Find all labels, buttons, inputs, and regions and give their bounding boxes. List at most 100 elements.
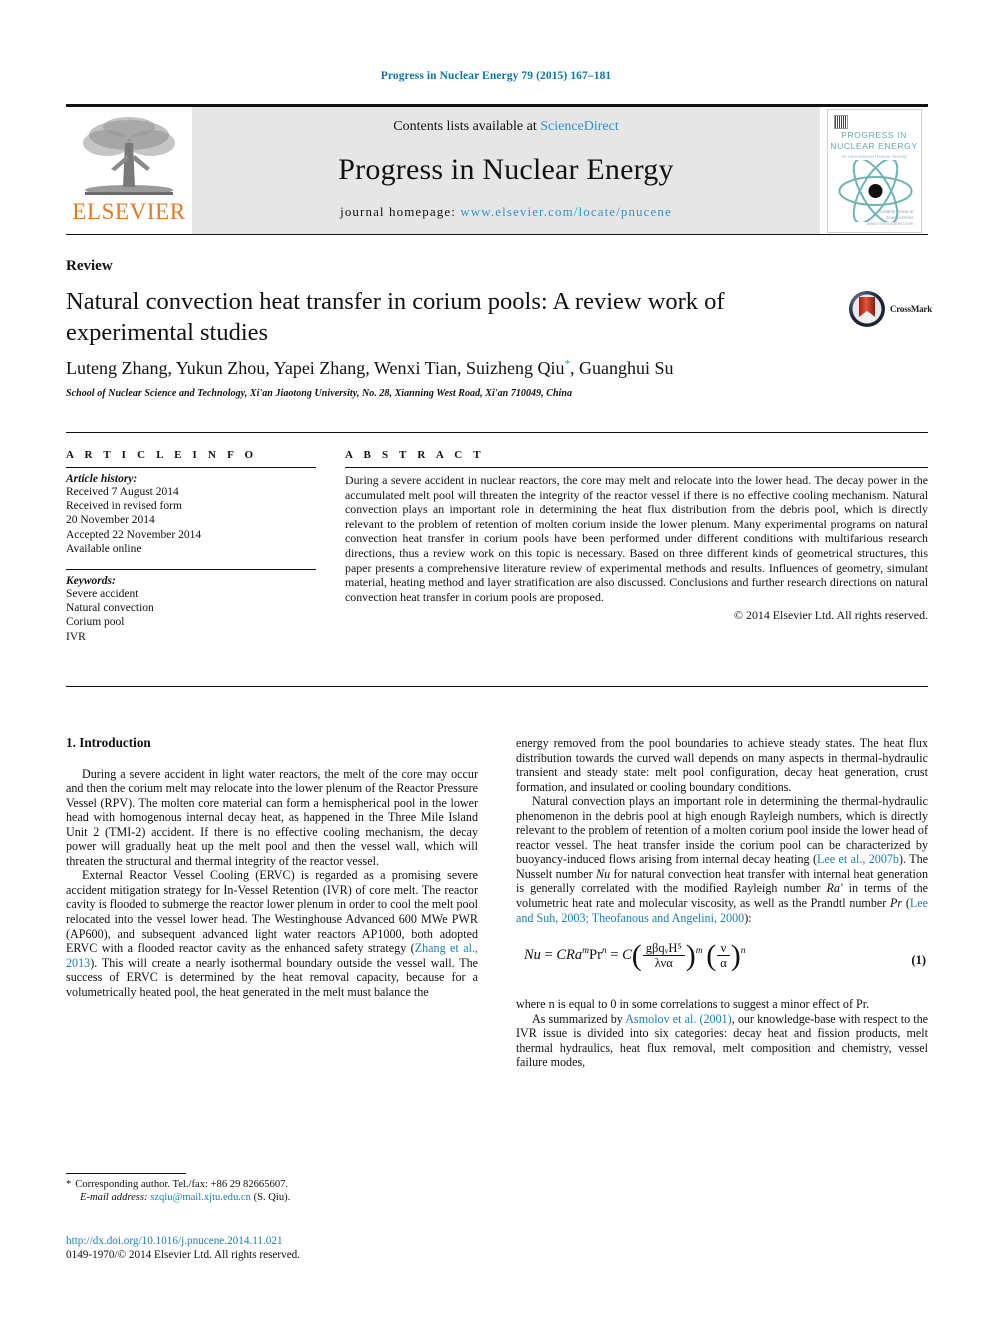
- abstract-heading: A B S T R A C T: [345, 449, 485, 461]
- keyword-item: Corium pool: [66, 616, 125, 629]
- article-info-column: A R T I C L E I N F O Article history: R…: [66, 449, 316, 644]
- eq-denominator-2: α: [720, 956, 727, 971]
- eq-equals-2: =: [610, 946, 619, 963]
- body-column-right: energy removed from the pool boundaries …: [516, 736, 928, 1070]
- eq-exponent-n2: n: [740, 946, 746, 957]
- footnote-marker: *: [66, 1179, 72, 1190]
- eq-paren-open-1: (: [631, 938, 642, 972]
- eq-coefficient-2: C: [622, 946, 632, 963]
- keywords-rule: [66, 569, 316, 571]
- masthead-center: Contents lists available at ScienceDirec…: [192, 107, 820, 234]
- article-type: Review: [66, 258, 113, 274]
- symbol-nu: Nu: [596, 866, 611, 881]
- journal-homepage-label: journal homepage:: [340, 204, 461, 219]
- journal-homepage-line: journal homepage: www.elsevier.com/locat…: [340, 204, 672, 220]
- eq-rayleigh: Ra: [566, 946, 583, 963]
- info-divider-bottom: [66, 686, 928, 687]
- history-item: Received 7 August 2014: [66, 486, 179, 498]
- cover-foot-line3: www.sciencedirect.com: [866, 221, 914, 226]
- keyword-item: Severe accident: [66, 588, 139, 601]
- equation-number: (1): [911, 953, 926, 968]
- symbol-pr: Pr: [890, 896, 903, 911]
- eq-coefficient-1: C: [556, 946, 567, 963]
- eq-numerator-2: ν: [717, 941, 730, 957]
- cover-image: PROGRESS IN NUCLEAR ENERGY An Internatio…: [826, 109, 922, 233]
- abstract-text: During a severe accident in nuclear reac…: [345, 473, 928, 604]
- issn-copyright: 0149-1970/© 2014 Elsevier Ltd. All right…: [66, 1249, 301, 1261]
- article-history-label: Article history:: [66, 473, 138, 485]
- email-note: E-mail address: szqiu@mail.xjtu.edu.cn (…: [66, 1191, 478, 1204]
- corresponding-author-text: Corresponding author. Tel./fax: +86 29 8…: [75, 1179, 289, 1190]
- paragraph: External Reactor Vessel Cooling (ERVC) i…: [66, 868, 478, 999]
- info-divider-top: [66, 432, 928, 433]
- paragraph-part: As summarized by: [532, 1011, 626, 1026]
- contents-lists-label: Contents lists available at: [393, 119, 541, 134]
- eq-paren-close-2: ): [730, 938, 741, 972]
- journal-cover-thumbnail: PROGRESS IN NUCLEAR ENERGY An Internatio…: [820, 107, 928, 234]
- contents-lists-line: Contents lists available at ScienceDirec…: [393, 119, 619, 135]
- journal-masthead: ELSEVIER Contents lists available at Sci…: [66, 104, 928, 234]
- cover-title-line1: PROGRESS IN: [841, 130, 907, 140]
- sciencedirect-link[interactable]: ScienceDirect: [540, 119, 619, 134]
- paragraph: Natural convection plays an important ro…: [516, 794, 928, 925]
- journal-homepage-url[interactable]: www.elsevier.com/locate/pnucene: [460, 204, 672, 219]
- history-item: Available online: [66, 542, 142, 555]
- footnote-block: * Corresponding author. Tel./fax: +86 29 …: [66, 1178, 478, 1205]
- history-item: Accepted 22 November 2014: [66, 528, 202, 541]
- author-list: Luteng Zhang, Yukun Zhou, Yapei Zhang, W…: [66, 358, 866, 379]
- equation-1: Nu = CRamPrn = C(gβqᵥH⁵ λνα)m (ν α)n: [524, 938, 746, 972]
- citation-link[interactable]: Asmolov et al. (2001): [625, 1012, 731, 1026]
- cover-subtitle: An International Review Journal: [841, 154, 907, 159]
- eq-equals-1: =: [544, 946, 553, 963]
- masthead-divider: [66, 234, 928, 235]
- eq-exponent-n: n: [601, 946, 607, 957]
- corresponding-author-note: * Corresponding author. Tel./fax: +86 29 …: [66, 1178, 478, 1191]
- abstract-column: A B S T R A C T During a severe accident…: [345, 449, 928, 623]
- keywords-label: Keywords:: [66, 575, 116, 588]
- authors-tail: , Guanghui Su: [570, 358, 674, 378]
- cover-title: PROGRESS IN NUCLEAR ENERGY: [828, 130, 921, 152]
- crossmark-icon: [849, 291, 885, 327]
- running-head: Progress in Nuclear Energy 79 (2015) 167…: [380, 70, 612, 82]
- elsevier-wordmark: ELSEVIER: [72, 199, 186, 224]
- journal-title: Progress in Nuclear Energy: [338, 152, 674, 186]
- citation-link[interactable]: Lee et al., 2007b: [817, 852, 899, 866]
- footnote-divider: [66, 1173, 186, 1174]
- eq-lhs: Nu: [524, 946, 541, 963]
- equation-block: Nu = CRamPrn = C(gβqᵥH⁵ λνα)m (ν α)n (1): [516, 939, 928, 985]
- paragraph: where n is equal to 0 in some correlatio…: [516, 997, 870, 1012]
- eq-fraction-2: να: [717, 941, 730, 970]
- keyword-item: Natural convection: [66, 602, 154, 615]
- page-title: Natural convection heat transfer in cori…: [66, 288, 725, 346]
- paragraph-part: ). This will create a nearly isothermal …: [66, 955, 478, 999]
- paragraph-part: ):: [744, 910, 752, 925]
- symbol-ra: Ra': [826, 881, 843, 896]
- paragraph: As summarized by Asmolov et al. (2001), …: [516, 1012, 928, 1070]
- crossmark-label: CrossMark: [890, 304, 933, 314]
- eq-denominator-1: λνα: [654, 956, 673, 971]
- keyword-item: IVR: [66, 630, 86, 643]
- section-heading-introduction: 1. Introduction: [66, 735, 151, 750]
- body-column-left: 1. Introduction During a severe accident…: [66, 735, 478, 999]
- abstract-copyright: © 2014 Elsevier Ltd. All rights reserved…: [734, 608, 928, 623]
- history-item: 20 November 2014: [66, 514, 155, 527]
- article-info-heading: A R T I C L E I N F O: [66, 449, 258, 461]
- eq-paren-close-1: ): [685, 938, 696, 972]
- article-info-rule: [66, 467, 316, 468]
- eq-fraction-1: gβqᵥH⁵ λνα: [642, 941, 685, 971]
- doi-link[interactable]: http://dx.doi.org/10.1016/j.pnucene.2014…: [66, 1234, 486, 1248]
- imprint-block: http://dx.doi.org/10.1016/j.pnucene.2014…: [66, 1234, 486, 1262]
- paragraph: energy removed from the pool boundaries …: [516, 736, 928, 794]
- email-link[interactable]: szqiu@mail.xjtu.edu.cn: [150, 1192, 251, 1203]
- eq-prandtl: Pr: [589, 946, 602, 963]
- eq-paren-open-2: (: [706, 938, 717, 972]
- elsevier-logo: ELSEVIER: [66, 107, 192, 234]
- crossmark-badge[interactable]: CrossMark: [848, 288, 940, 330]
- email-label: E-mail address:: [80, 1192, 148, 1204]
- eq-exponent-m: m: [582, 946, 590, 957]
- cover-footer: Available online at ScienceDirect www.sc…: [867, 209, 914, 227]
- email-owner: (S. Qiu).: [253, 1192, 291, 1204]
- cover-barcode-icon: [833, 115, 848, 129]
- eq-exponent-m2: m: [695, 946, 703, 957]
